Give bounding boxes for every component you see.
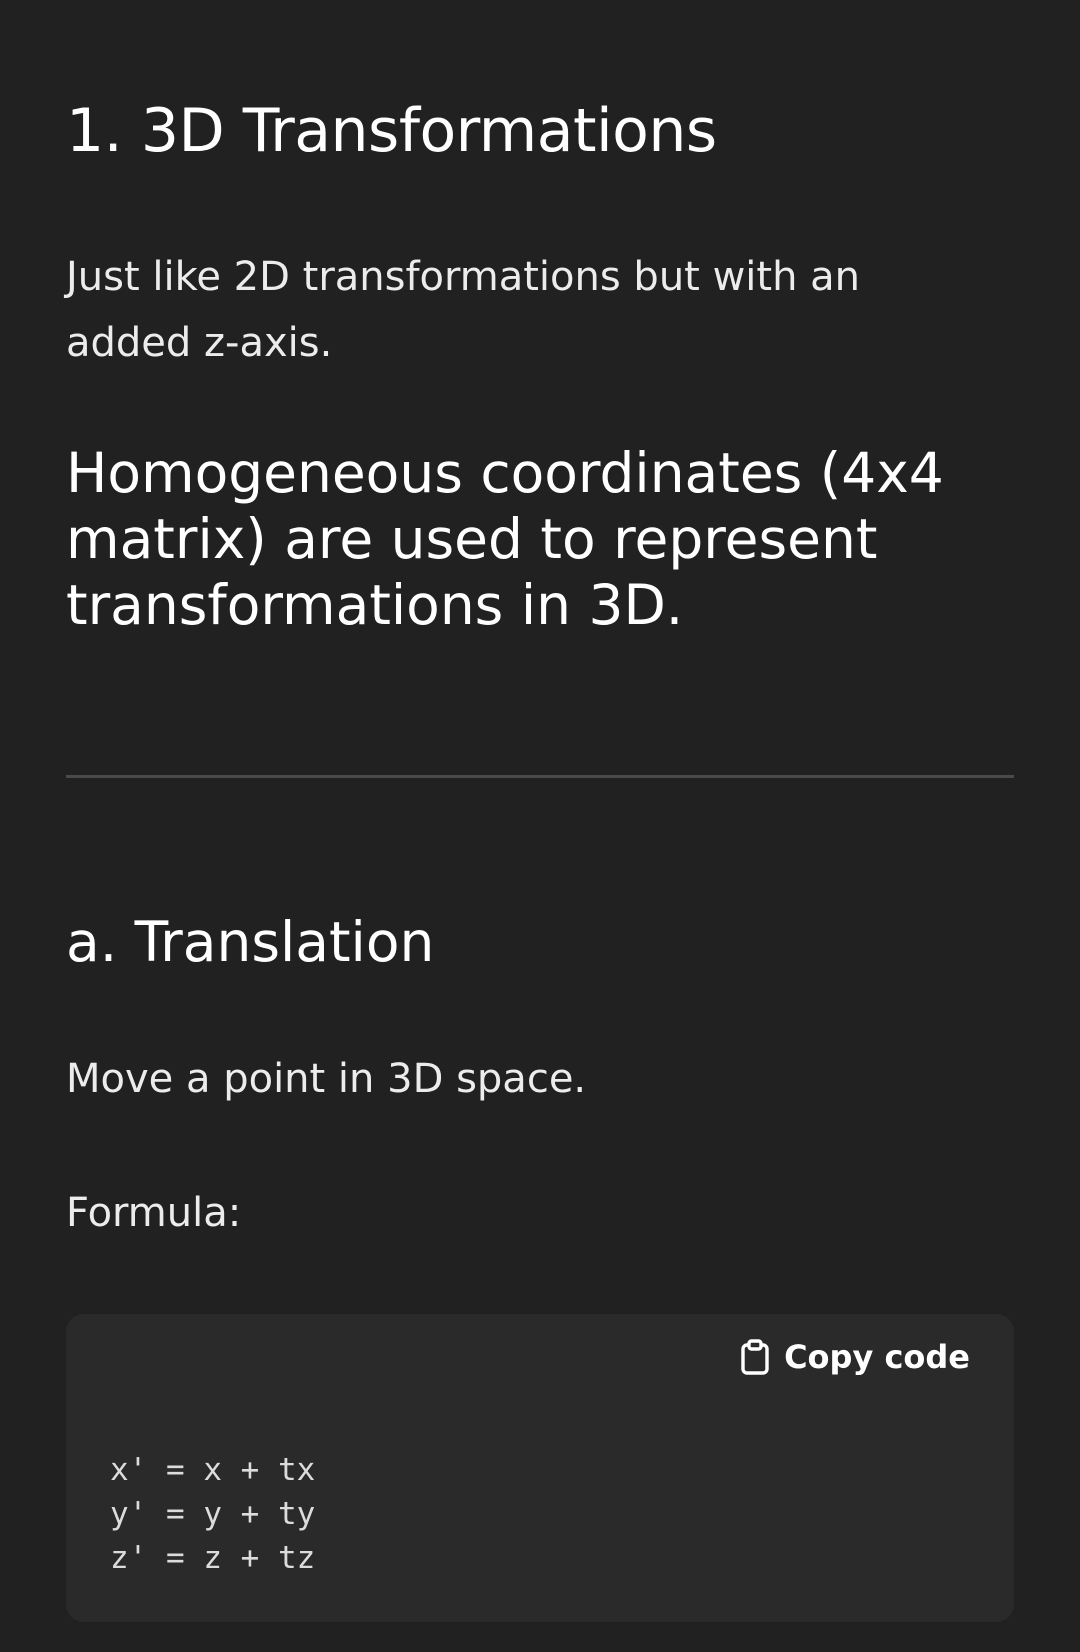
code-content: x' = x + tx y' = y + ty z' = z + tz — [110, 1448, 315, 1580]
code-line: x' = x + tx — [110, 1452, 316, 1488]
clipboard-icon — [740, 1339, 770, 1375]
copy-code-label: Copy code — [784, 1338, 970, 1376]
translation-description: Move a point in 3D space. — [66, 1056, 587, 1102]
copy-code-button[interactable]: Copy code — [740, 1338, 970, 1376]
code-block: Copy code x' = x + tx y' = y + ty z' = z… — [66, 1314, 1014, 1622]
translation-heading: a. Translation — [66, 910, 435, 974]
code-line: y' = y + ty — [110, 1496, 316, 1532]
intro-paragraph: Just like 2D transformations but with an… — [66, 254, 861, 366]
section-heading-3d-transformations: 1. 3D Transformations — [66, 96, 717, 166]
code-line: z' = z + tz — [110, 1540, 316, 1576]
formula-label: Formula: — [66, 1190, 242, 1236]
horizontal-divider — [66, 775, 1014, 778]
homogeneous-coordinates-heading: Homogeneous coordinates (4x4 matrix) are… — [66, 441, 944, 637]
